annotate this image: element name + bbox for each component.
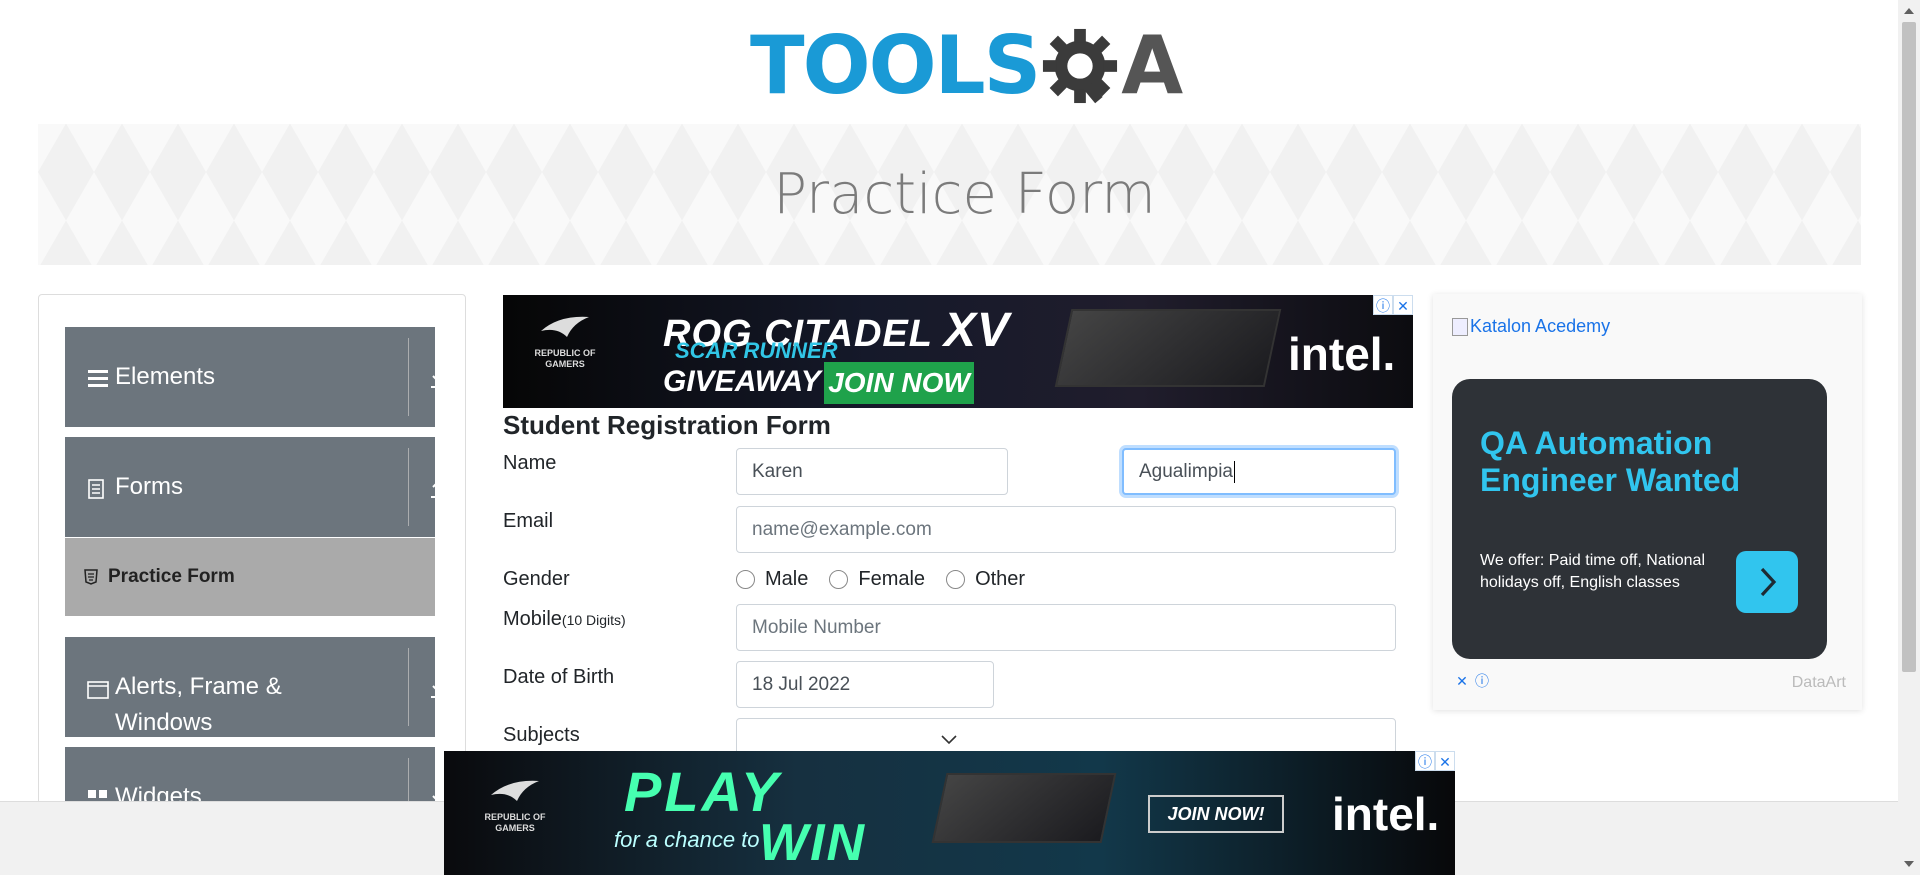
- mobile-placeholder: Mobile Number: [752, 616, 881, 638]
- email-input[interactable]: name@example.com: [736, 506, 1396, 553]
- ad-go-button[interactable]: [1736, 551, 1798, 613]
- rog-logo: REPUBLIC OF GAMERS: [525, 313, 605, 370]
- window-icon: [87, 681, 109, 699]
- divider: [408, 338, 409, 416]
- laptop-image: [931, 773, 1117, 843]
- intel-logo: intel.: [1332, 788, 1440, 840]
- first-name-value: Karen: [752, 460, 803, 482]
- vertical-scrollbar[interactable]: [1898, 0, 1920, 875]
- sidebar-group-label: Alerts, Frame &: [115, 673, 282, 700]
- ad-chance-text: for a chance to: [614, 827, 760, 852]
- divider: [408, 648, 409, 726]
- rog-eye-icon: [491, 780, 539, 801]
- gender-label: Gender: [503, 568, 570, 590]
- first-name-input[interactable]: Karen: [736, 448, 1008, 495]
- ad-play-text: PLAY: [624, 760, 782, 823]
- html-badge-icon: [84, 569, 98, 585]
- gender-male-radio[interactable]: Male: [736, 568, 808, 591]
- name-label: Name: [503, 452, 557, 474]
- close-icon[interactable]: ✕: [1452, 672, 1472, 690]
- ad-controls: ⓘ ✕: [1415, 751, 1455, 771]
- chevron-right-icon: [1760, 567, 1777, 597]
- gender-female-radio[interactable]: Female: [829, 568, 925, 591]
- ad-description: We offer: Paid time off, National holida…: [1480, 552, 1706, 591]
- close-icon[interactable]: ✕: [1393, 295, 1413, 315]
- rog-text: REPUBLIC OF GAMERS: [484, 812, 546, 833]
- logo-a-text: A: [1121, 19, 1184, 112]
- ad-join-button[interactable]: JOIN NOW!: [1148, 795, 1284, 833]
- adchoices-icon[interactable]: ⓘ: [1472, 672, 1492, 690]
- scroll-thumb[interactable]: [1902, 22, 1916, 672]
- sidebar: Elements Forms Practice Form Alerts, Fra…: [38, 294, 466, 854]
- email-placeholder: name@example.com: [752, 518, 932, 540]
- radio-label: Other: [975, 568, 1026, 590]
- ad-giveaway: GIVEAWAY: [663, 365, 821, 398]
- ad-win-text: WIN: [759, 814, 867, 872]
- download-arrow-icon: [431, 369, 447, 388]
- top-advertisement[interactable]: REPUBLIC OF GAMERS ROG CITADEL XV SCAR R…: [503, 295, 1413, 408]
- scroll-up-arrow[interactable]: [1904, 8, 1914, 14]
- sidebar-group-alerts-frame-windows[interactable]: Alerts, Frame & Windows: [65, 637, 447, 737]
- radio-label: Female: [858, 568, 926, 590]
- dob-value: 18 Jul 2022: [752, 673, 851, 695]
- last-name-input[interactable]: Agualimpia: [1122, 448, 1396, 495]
- radio-circle[interactable]: [946, 570, 966, 589]
- rog-text: REPUBLIC OF GAMERS: [534, 348, 596, 369]
- ad-subtitle: SCAR RUNNER: [675, 338, 838, 363]
- subjects-label: Subjects: [503, 724, 580, 746]
- dob-label: Date of Birth: [503, 666, 615, 688]
- page-header-banner: Practice Form: [38, 124, 1861, 265]
- chevron-down-icon: [941, 735, 957, 745]
- rog-eye-icon: [541, 316, 589, 337]
- sidebar-group-label: Forms: [115, 473, 183, 500]
- broken-image-alt: Katalon Acedemy: [1470, 316, 1611, 336]
- katalon-academy-link[interactable]: Katalon Acedemy: [1452, 316, 1610, 337]
- last-name-value: Agualimpia: [1139, 460, 1233, 482]
- scroll-down-arrow[interactable]: [1904, 861, 1914, 867]
- radio-circle[interactable]: [736, 570, 755, 589]
- ad-join-button[interactable]: JOIN NOW: [824, 362, 974, 404]
- form-title: Student Registration Form: [503, 410, 831, 440]
- ad-headline: QA Automation Engineer Wanted: [1480, 425, 1741, 498]
- broken-image-icon: [1452, 317, 1468, 336]
- mobile-label: Mobile(10 Digits): [503, 608, 626, 630]
- sidebar-group-forms[interactable]: Forms: [65, 437, 447, 537]
- adchoices-icon[interactable]: ⓘ: [1373, 295, 1393, 315]
- ad-controls: ✕ ⓘ: [1452, 672, 1492, 690]
- sidebar-item-practice-form[interactable]: Practice Form: [65, 538, 435, 616]
- hamburger-icon: [88, 370, 108, 387]
- gender-radio-group: Male Female Other: [736, 568, 1046, 591]
- gender-other-radio[interactable]: Other: [946, 568, 1025, 591]
- sidebar-item-label: Practice Form: [108, 566, 235, 587]
- ad-card[interactable]: QA Automation Engineer Wanted We offer: …: [1452, 379, 1827, 659]
- sidebar-group-label-line2: Windows: [115, 709, 213, 736]
- email-label: Email: [503, 510, 554, 532]
- gear-icon: [1043, 28, 1118, 104]
- ad-brand: DataArt: [1791, 674, 1846, 691]
- date-of-birth-input[interactable]: 18 Jul 2022: [736, 661, 994, 708]
- download-arrow-icon: [431, 679, 447, 698]
- right-advertisement[interactable]: Katalon Acedemy QA Automation Engineer W…: [1433, 294, 1862, 710]
- logo-tools-text: TOOLS: [750, 19, 1041, 112]
- ad-controls: ⓘ ✕: [1373, 295, 1413, 315]
- radio-circle[interactable]: [829, 570, 849, 589]
- sidebar-group-elements[interactable]: Elements: [65, 327, 447, 427]
- close-icon[interactable]: ✕: [1435, 751, 1455, 771]
- divider: [408, 448, 409, 526]
- text-cursor: [1234, 460, 1235, 483]
- mobile-hint: (10 Digits): [561, 612, 626, 628]
- document-icon: [88, 479, 104, 499]
- intel-logo: intel.: [1288, 328, 1396, 380]
- mobile-input[interactable]: Mobile Number: [736, 604, 1396, 651]
- sidebar-group-label: Elements: [115, 363, 216, 390]
- upload-arrow-icon: [431, 479, 447, 498]
- adchoices-icon[interactable]: ⓘ: [1415, 751, 1435, 771]
- bottom-advertisement[interactable]: REPUBLIC OF GAMERS PLAY for a chance to …: [444, 751, 1455, 875]
- toolsqa-logo[interactable]: TOOLS A: [750, 18, 1183, 114]
- radio-label: Male: [765, 568, 809, 590]
- rog-logo: REPUBLIC OF GAMERS: [470, 777, 560, 834]
- laptop-image: [1054, 309, 1282, 387]
- page-title: Practice Form: [773, 162, 1156, 227]
